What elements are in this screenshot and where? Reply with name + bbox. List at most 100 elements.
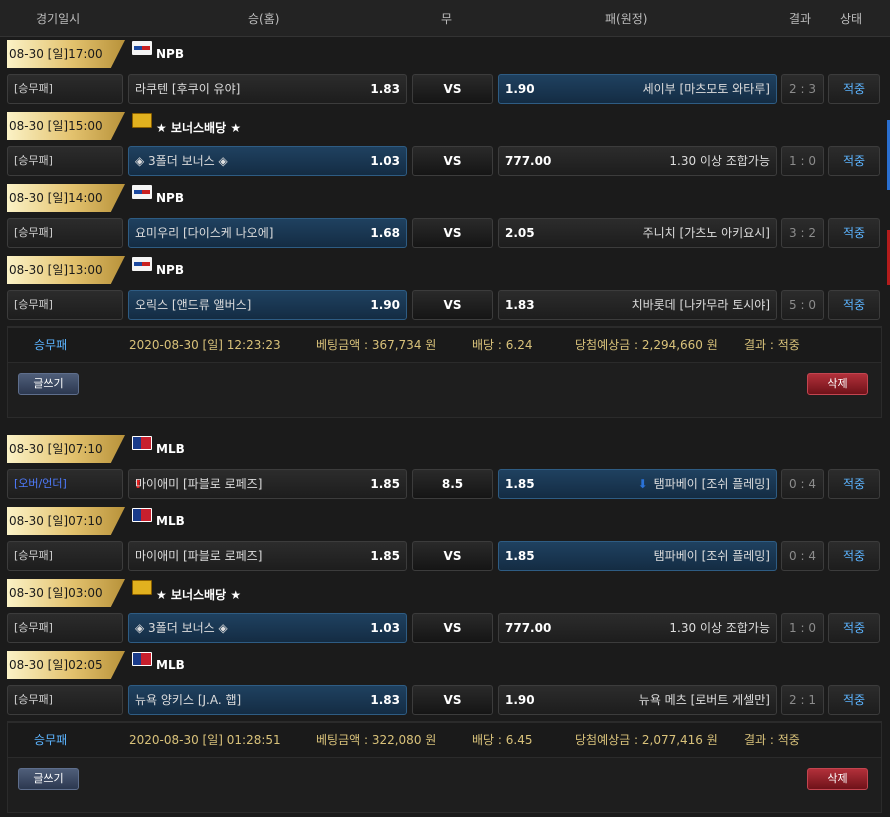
away-team-label: 1.30 이상 조합가능 — [669, 621, 770, 635]
summary-odds: 배당 : 6.45 — [472, 733, 533, 747]
draw-button[interactable]: 8.5 — [412, 469, 493, 499]
home-team-button[interactable]: 오릭스 [앤드류 앨버스] 1.90 — [128, 290, 407, 320]
summary-result: 결과 : 적중 — [744, 338, 800, 352]
game-status: 적중 — [828, 146, 880, 176]
game-score: 1 : 0 — [781, 613, 824, 643]
away-team-button[interactable]: 2.05 주니치 [가츠노 아키요시] — [498, 218, 777, 248]
away-team-button[interactable]: 1.85 탬파베이 [조쉬 플레밍] — [498, 541, 777, 571]
col-draw-header: 무 — [441, 12, 453, 26]
game-score: 5 : 0 — [781, 290, 824, 320]
bet-type: [승무패] — [7, 146, 123, 176]
away-team-button[interactable]: 777.00 1.30 이상 조합가능 — [498, 146, 777, 176]
arrow-down-icon: ⬇ — [637, 477, 648, 491]
away-odds: 1.85 — [505, 549, 535, 563]
draw-button[interactable]: VS — [412, 613, 493, 643]
away-team-name: ⬇ 탬파베이 [조쉬 플레밍] — [638, 470, 770, 498]
home-odds: 1.85 — [370, 549, 400, 563]
game-datetime: 08-30 [일]14:00 — [7, 184, 125, 212]
away-team-label: 1.30 이상 조합가능 — [669, 154, 770, 168]
write-post-button[interactable]: 글쓰기 — [18, 373, 79, 395]
home-team-button[interactable]: ◈ 3폴더 보너스 ◈ 1.03 — [128, 613, 407, 643]
game-score: 2 : 3 — [781, 74, 824, 104]
league-name: ★ 보너스배당 ★ — [156, 588, 242, 602]
draw-button[interactable]: VS — [412, 290, 493, 320]
draw-button[interactable]: VS — [412, 541, 493, 571]
home-odds: 1.83 — [370, 693, 400, 707]
npb-logo-icon — [132, 185, 152, 199]
game-status: 적중 — [828, 290, 880, 320]
bet-type: [오버/언더] — [7, 469, 123, 499]
home-team-name: ◈ 3폴더 보너스 ◈ — [135, 154, 228, 168]
away-team-button[interactable]: 1.85 ⬇ 탬파베이 [조쉬 플레밍] — [498, 469, 777, 499]
away-odds: 777.00 — [505, 154, 552, 168]
away-team-name: 세이부 [마츠모토 와타루] — [643, 75, 770, 103]
bet-type: [승무패] — [7, 541, 123, 571]
away-team-button[interactable]: 777.00 1.30 이상 조합가능 — [498, 613, 777, 643]
summary-expected-win: 당첨예상금 : 2,077,416 원 — [575, 733, 718, 747]
game-datetime: 08-30 [일]17:00 — [7, 40, 125, 68]
npb-logo-icon — [132, 41, 152, 55]
away-odds: 1.90 — [505, 693, 535, 707]
delete-button[interactable]: 삭제 — [807, 373, 868, 395]
col-result-header: 결과 — [789, 12, 812, 26]
league-name: ★ 보너스배당 ★ — [156, 121, 242, 135]
draw-button[interactable]: VS — [412, 218, 493, 248]
game-score: 1 : 0 — [781, 146, 824, 176]
summary-result: 결과 : 적중 — [744, 733, 800, 747]
write-post-button[interactable]: 글쓰기 — [18, 768, 79, 790]
summary-time: 2020-08-30 [일] 01:28:51 — [129, 733, 281, 747]
away-team-button[interactable]: 1.83 치바롯데 [나카무라 토시야] — [498, 290, 777, 320]
home-team-button[interactable]: 뉴욕 양키스 [J.A. 햅] 1.83 — [128, 685, 407, 715]
home-team-button[interactable]: 마이애미 [파블로 로페즈] ⬆ 1.85 — [128, 469, 407, 499]
summary-bet-amount: 베팅금액 : 322,080 원 — [316, 733, 437, 747]
summary-type: 승무패 — [34, 733, 68, 747]
away-team-label: 치바롯데 [나카무라 토시야] — [631, 298, 770, 312]
home-team-name: 마이애미 [파블로 로페즈] — [135, 477, 263, 491]
slip-summary-panel: 승무패 2020-08-30 [일] 12:23:23 베팅금액 : 367,734… — [7, 326, 882, 418]
away-team-name: 탬파베이 [조쉬 플레밍] — [654, 542, 770, 570]
draw-button[interactable]: VS — [412, 685, 493, 715]
home-team-name: 요미우리 [다이스케 나오에] — [135, 226, 274, 240]
home-team-button[interactable]: 라쿠텐 [후쿠이 유야] 1.83 — [128, 74, 407, 104]
draw-button[interactable]: VS — [412, 74, 493, 104]
game-status: 적중 — [828, 218, 880, 248]
away-team-name: 1.30 이상 조합가능 — [669, 614, 770, 642]
away-team-button[interactable]: 1.90 뉴욕 메츠 [로버트 게셀만] — [498, 685, 777, 715]
game-status: 적중 — [828, 469, 880, 499]
home-odds: 1.90 — [370, 298, 400, 312]
home-team-button[interactable]: 마이애미 [파블로 로페즈] 1.85 — [128, 541, 407, 571]
home-team-name: 뉴욕 양키스 [J.A. 햅] — [135, 693, 242, 707]
game-score: 3 : 2 — [781, 218, 824, 248]
away-team-name: 1.30 이상 조합가능 — [669, 147, 770, 175]
game-datetime: 08-30 [일]07:10 — [7, 507, 125, 535]
slip-summary: 승무패 2020-08-30 [일] 12:23:23 베팅금액 : 367,734… — [8, 327, 881, 363]
game-status: 적중 — [828, 613, 880, 643]
npb-logo-icon — [132, 257, 152, 271]
away-team-label: 세이부 [마츠모토 와타루] — [642, 82, 770, 96]
game-datetime: 08-30 [일]07:10 — [7, 435, 125, 463]
home-team-name: ◈ 3폴더 보너스 ◈ — [135, 621, 228, 635]
game-datetime: 08-30 [일]13:00 — [7, 256, 125, 284]
slip-summary-panel: 승무패 2020-08-30 [일] 01:28:51 베팅금액 : 322,080… — [7, 721, 882, 813]
bet-type: [승무패] — [7, 74, 123, 104]
col-date-header: 경기일시 — [36, 12, 81, 26]
delete-button[interactable]: 삭제 — [807, 768, 868, 790]
bonus-icon — [132, 113, 152, 128]
draw-button[interactable]: VS — [412, 146, 493, 176]
game-score: 0 : 4 — [781, 469, 824, 499]
home-team-name: 오릭스 [앤드류 앨버스] — [135, 298, 252, 312]
away-team-button[interactable]: 1.90 세이부 [마츠모토 와타루] — [498, 74, 777, 104]
game-status: 적중 — [828, 74, 880, 104]
home-team-button[interactable]: 요미우리 [다이스케 나오에] 1.68 — [128, 218, 407, 248]
col-home-header: 승(홈) — [248, 12, 280, 26]
summary-type: 승무패 — [34, 338, 68, 352]
slip-summary: 승무패 2020-08-30 [일] 01:28:51 베팅금액 : 322,080… — [8, 722, 881, 758]
summary-time: 2020-08-30 [일] 12:23:23 — [129, 338, 281, 352]
home-odds: 1.85 — [370, 477, 400, 491]
bonus-icon — [132, 580, 152, 595]
home-odds: 1.68 — [370, 226, 400, 240]
mlb-logo-icon — [132, 652, 152, 666]
home-team-button[interactable]: ◈ 3폴더 보너스 ◈ 1.03 — [128, 146, 407, 176]
bet-type: [승무패] — [7, 290, 123, 320]
away-odds: 2.05 — [505, 226, 535, 240]
